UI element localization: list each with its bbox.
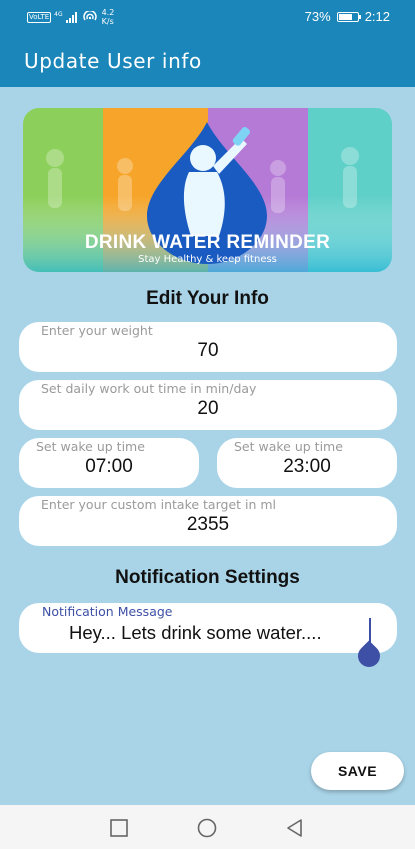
app-bar: Update User info (0, 34, 415, 87)
network-type: 4G (54, 10, 63, 18)
intake-target-value[interactable]: 2355 (19, 514, 397, 536)
weight-field[interactable]: Enter your weight 70 (19, 322, 397, 372)
speed-value: 4.2 (101, 8, 115, 17)
workout-field[interactable]: Set daily work out time in min/day 20 (19, 380, 397, 430)
hotspot-icon (82, 11, 97, 21)
notification-message-input[interactable]: Hey... Lets drink some water.... (69, 622, 322, 644)
notification-settings-heading: Notification Settings (115, 567, 300, 588)
sleep-time-field[interactable]: Set wake up time 23:00 (217, 438, 397, 488)
notification-message-label: Notification Message (42, 604, 173, 619)
wake-up-value[interactable]: 07:00 (19, 456, 199, 478)
system-nav-bar (0, 805, 415, 849)
wake-up-field[interactable]: Set wake up time 07:00 (19, 438, 199, 488)
network-speed: 4.2 K/s (102, 8, 115, 26)
home-circle-icon[interactable] (196, 817, 218, 839)
status-right: 73% 2:12 (305, 9, 390, 24)
edit-info-heading: Edit Your Info (146, 288, 269, 309)
battery-percent: 73% (304, 9, 331, 24)
intake-target-field[interactable]: Enter your custom intake target in ml 23… (19, 496, 397, 546)
speed-unit: K/s (101, 17, 114, 26)
page-title: Update User info (24, 49, 202, 73)
workout-value[interactable]: 20 (19, 398, 397, 420)
save-button[interactable]: SAVE (311, 752, 404, 790)
intake-target-label: Enter your custom intake target in ml (41, 497, 277, 512)
status-left: VoLTE 4G 4.2 K/s (27, 8, 114, 26)
clock: 2:12 (364, 9, 390, 24)
sleep-time-value[interactable]: 23:00 (217, 456, 397, 478)
recents-square-icon[interactable] (108, 817, 130, 839)
banner-title: DRINK WATER REMINDER (84, 232, 331, 253)
workout-label: Set daily work out time in min/day (41, 381, 257, 396)
sleep-time-label: Set wake up time (234, 439, 343, 454)
back-triangle-icon[interactable] (284, 817, 306, 839)
wake-up-label: Set wake up time (36, 439, 145, 454)
battery-icon (336, 11, 361, 22)
weight-label: Enter your weight (41, 323, 153, 338)
notification-message-field[interactable]: Notification Message Hey... Lets drink s… (19, 603, 397, 672)
signal-icon (65, 11, 77, 23)
banner-subtitle: Stay Healthy & keep fitness (138, 254, 277, 265)
weight-value[interactable]: 70 (19, 340, 397, 362)
cursor-handle[interactable] (353, 640, 385, 672)
status-bar: VoLTE 4G 4.2 K/s 73% 2:12 (0, 0, 415, 34)
volte-icon: VoLTE (27, 11, 52, 23)
